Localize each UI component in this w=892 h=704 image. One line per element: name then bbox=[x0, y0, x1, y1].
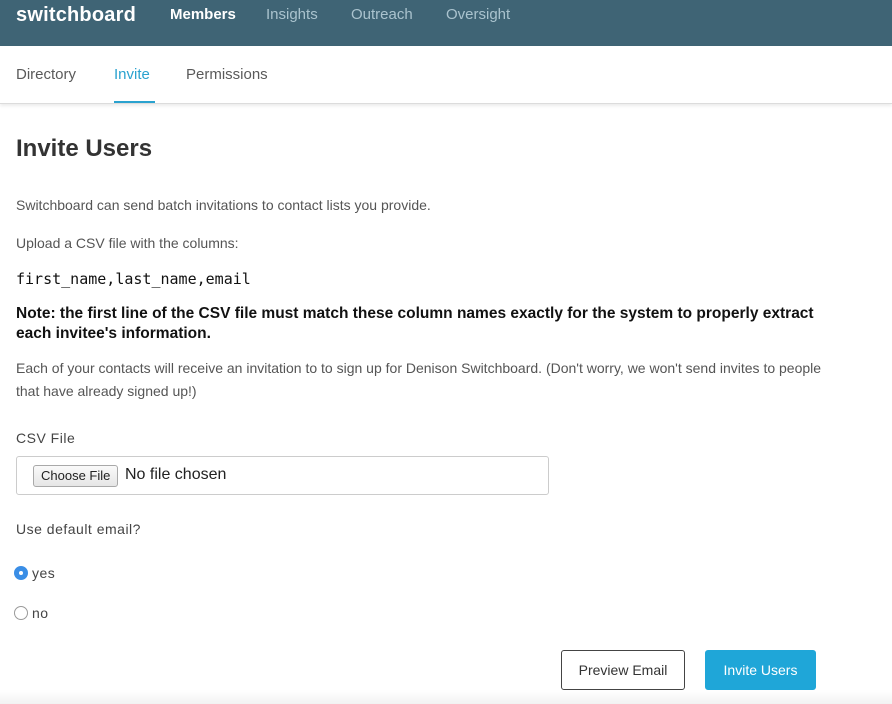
csv-note: Note: the first line of the CSV file mus… bbox=[16, 305, 814, 342]
nav-item-members[interactable]: Members bbox=[170, 6, 236, 23]
radio-yes-control[interactable] bbox=[14, 566, 28, 580]
radio-no-label[interactable]: no bbox=[32, 605, 49, 621]
footer-shadow bbox=[0, 690, 892, 704]
csv-columns: first_name,last_name,email bbox=[16, 270, 251, 288]
nav-item-oversight[interactable]: Oversight bbox=[446, 6, 510, 23]
csv-file-input[interactable]: Choose File No file chosen bbox=[16, 456, 549, 495]
nav-item-outreach[interactable]: Outreach bbox=[351, 6, 413, 23]
main-nav: Members Insights Outreach Oversight bbox=[0, 0, 892, 46]
radio-no-control[interactable] bbox=[14, 606, 28, 620]
choose-file-button[interactable]: Choose File bbox=[33, 465, 119, 487]
active-tab-indicator bbox=[114, 101, 155, 103]
tab-invite[interactable]: Invite bbox=[114, 66, 150, 83]
tab-permissions[interactable]: Permissions bbox=[186, 66, 268, 83]
info-text: Each of your contacts will receive an in… bbox=[16, 360, 822, 399]
radio-yes-label[interactable]: yes bbox=[32, 565, 55, 581]
radio-option-yes[interactable]: yes bbox=[14, 565, 55, 581]
preview-email-button[interactable]: Preview Email bbox=[561, 650, 685, 690]
radio-option-no[interactable]: no bbox=[14, 605, 49, 621]
csv-file-label: CSV File bbox=[16, 430, 76, 446]
page-title: Invite Users bbox=[16, 135, 153, 162]
invite-users-button[interactable]: Invite Users bbox=[705, 650, 816, 690]
upload-instructions: Upload a CSV file with the columns: bbox=[16, 235, 239, 251]
nav-item-insights[interactable]: Insights bbox=[266, 6, 318, 23]
file-status: No file chosen bbox=[125, 466, 227, 483]
top-navbar: switchboard Members Insights Outreach Ov… bbox=[0, 0, 892, 46]
tab-directory[interactable]: Directory bbox=[16, 66, 76, 83]
intro-text: Switchboard can send batch invitations t… bbox=[16, 197, 431, 213]
sub-tabs: Directory Invite Permissions bbox=[0, 46, 892, 104]
default-email-label: Use default email? bbox=[16, 521, 141, 537]
